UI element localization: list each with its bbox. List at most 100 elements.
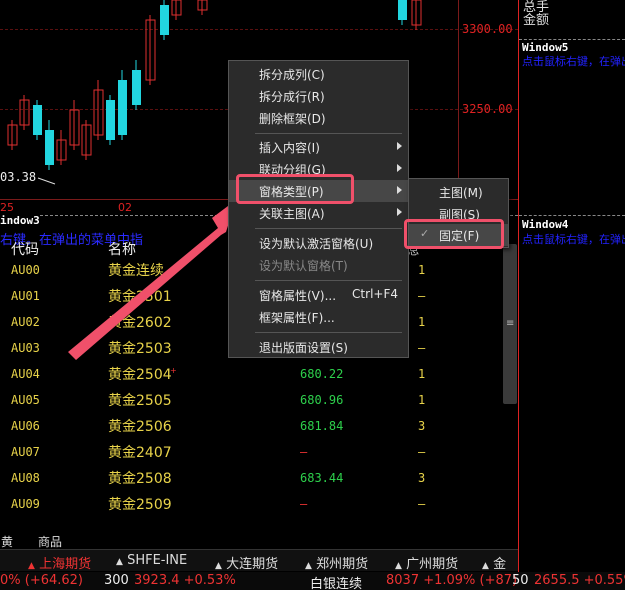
divider [519, 215, 625, 216]
ticker-code: 300 [104, 573, 129, 588]
candle-body [398, 0, 407, 20]
submenu-arrow-icon [397, 208, 402, 216]
candle-body [106, 100, 115, 140]
cell-price: — [300, 497, 308, 511]
tab-shfe[interactable]: ▲ 上海期货 [28, 553, 91, 572]
menu-item-set-default-active-pane[interactable]: 设为默认激活窗格(U) [229, 232, 408, 254]
candle-body [118, 80, 127, 135]
highlight-box [236, 174, 354, 204]
cell-price: 680.22 [300, 367, 344, 381]
cell-code: AU05 [11, 393, 40, 407]
cell-vol: — [418, 445, 426, 459]
pointer-line [37, 177, 56, 185]
menu-item-link-main-chart[interactable]: 关联主图(A) [229, 202, 408, 224]
candle-body [45, 130, 54, 165]
cell-code: AU04 [11, 367, 40, 381]
cell-name: 黄金连续 [108, 263, 164, 279]
tab-czce[interactable]: ▲ 郑州期货 [305, 553, 368, 572]
candle-body [132, 70, 141, 105]
col-header-name[interactable]: 名称 [108, 239, 136, 259]
highlight-box [404, 219, 504, 249]
cell-name: 黄金2506 [108, 419, 172, 435]
submenu-arrow-icon [397, 186, 402, 194]
table-row[interactable]: AU09 黄金2509 — — [0, 491, 505, 517]
cell-code: AU08 [11, 471, 40, 485]
amount-label: 金额 [523, 13, 550, 28]
x-label: 25 [0, 201, 14, 214]
cell-code: AU06 [11, 419, 40, 433]
ticker-name: 白银连续 [310, 577, 363, 590]
menu-item-pane-properties[interactable]: 窗格属性(V)... Ctrl+F4 [229, 284, 408, 306]
flag-icon: + [170, 366, 177, 375]
window3-title: indow3 [0, 214, 40, 227]
ticker-bar: 0% (+64.62) 300 3923.4 +0.53% 白银连续 8037 … [0, 572, 625, 590]
menu-separator [255, 228, 402, 229]
tab-dce[interactable]: ▲ 大连期货 [215, 553, 278, 572]
candle-body [160, 5, 169, 35]
tab-gold[interactable]: ▲ 金 [482, 553, 506, 572]
cell-name: 黄金2508 [108, 471, 172, 487]
cell-code: AU09 [11, 497, 40, 511]
cell-name: 黄金2602 [108, 315, 172, 331]
context-menu: 拆分成列(C) 拆分成行(R) 删除框架(D) 插入内容(I) 联动分组(G) … [228, 60, 409, 358]
menu-separator [255, 280, 402, 281]
table-row[interactable]: AU07 黄金2407 — — [0, 439, 505, 465]
menu-item-insert-content[interactable]: 插入内容(I) [229, 136, 408, 158]
candle-body [33, 105, 42, 135]
cell-code: AU02 [11, 315, 40, 329]
menu-item-split-rows[interactable]: 拆分成行(R) [229, 85, 408, 107]
table-row[interactable]: AU04 黄金2504 680.22 1 [0, 361, 505, 387]
table-row[interactable]: AU06 黄金2506 681.84 3 [0, 413, 505, 439]
window4-title: Window4 [522, 218, 569, 231]
cell-vol: — [418, 341, 426, 355]
cell-code: AU03 [11, 341, 40, 355]
menu-item-delete-frame[interactable]: 删除框架(D) [229, 107, 408, 129]
ticker-value: 3923.4 +0.53% [134, 573, 236, 588]
menu-item-split-columns[interactable]: 拆分成列(C) [229, 63, 408, 85]
cell-vol: — [418, 289, 426, 303]
cell-code: AU07 [11, 445, 40, 459]
col-header-code[interactable]: 代码 [11, 239, 39, 259]
cell-price: 680.96 [300, 393, 344, 407]
menu-item-exit-layout[interactable]: 退出版面设置(S) [229, 336, 408, 358]
submenu-arrow-icon [397, 164, 402, 172]
cell-name: 黄金2407 [108, 445, 172, 461]
cell-price: 681.84 [300, 419, 344, 433]
table-row[interactable]: AU05 黄金2505 680.96 1 [0, 387, 505, 413]
x-label: 02 [118, 201, 132, 214]
cell-code: AU01 [11, 289, 40, 303]
cell-vol: 1 [418, 393, 426, 407]
low-price-label: 03.38 [0, 170, 37, 184]
ticker-value: 8037 +1.09% (+87) [386, 573, 518, 588]
price-label-3250: 3250.00 [462, 102, 513, 116]
cell-vol: 1 [418, 263, 426, 277]
cell-price: — [300, 445, 308, 459]
cell-code: AU00 [11, 263, 40, 277]
cell-name: 黄金2509 [108, 497, 172, 513]
ticker-code: 50 [512, 573, 529, 588]
divider [519, 39, 625, 40]
table-row[interactable]: AU08 黄金2508 683.44 3 [0, 465, 505, 491]
submenu-arrow-icon [397, 142, 402, 150]
tab-gfex[interactable]: ▲ 广州期货 [395, 553, 458, 572]
price-label-3300: 3300.00 [462, 22, 513, 36]
right-panel: 总手 金额 Window5 点击鼠标右键，在弹出 Window4 点击鼠标右键，… [518, 0, 625, 590]
tab-shfe-ine[interactable]: ▲ SHFE-INE [116, 553, 187, 568]
submenu-item-main-chart[interactable]: 主图(M) [409, 181, 508, 203]
cell-price: 683.44 [300, 471, 344, 485]
menu-item-frame-properties[interactable]: 框架属性(F)... [229, 306, 408, 328]
cell-name: 黄金2501 [108, 289, 172, 305]
ticker-value: 2655.5 +0.55% [534, 573, 625, 588]
cell-vol: 1 [418, 315, 426, 329]
window5-hint: 点击鼠标右键，在弹出 [522, 55, 625, 68]
menu-separator [255, 133, 402, 134]
menu-item-set-default-pane: 设为默认窗格(T) [259, 259, 348, 273]
scrollbar[interactable]: ≡ [503, 244, 517, 404]
cell-name: 黄金2504 [108, 367, 172, 383]
cell-name: 黄金2505 [108, 393, 172, 409]
cell-vol: 3 [418, 419, 426, 433]
cell-vol: 3 [418, 471, 426, 485]
category-commodity[interactable]: 商品 [38, 533, 62, 550]
cell-vol: 1 [418, 367, 426, 381]
cell-vol: — [418, 497, 426, 511]
